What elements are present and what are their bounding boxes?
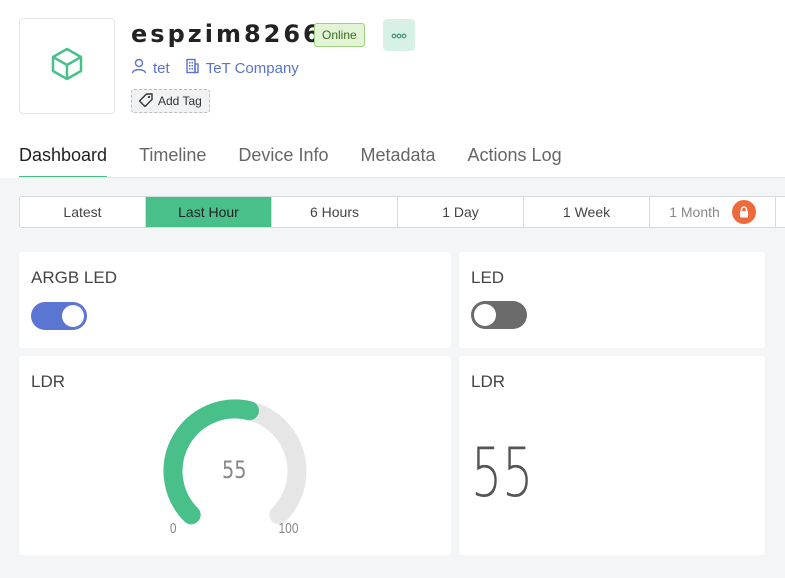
company-link[interactable]: TeT Company [184,58,299,78]
owner-link[interactable]: tet [131,58,170,78]
device-tile [19,18,115,114]
cube-icon [49,46,85,87]
argb-led-switch[interactable] [31,302,87,330]
device-header: espzim8266 Online tet TeT Company Add Ta… [0,0,785,178]
status-badge: Online [314,23,365,47]
tab-bar: Dashboard Timeline Device Info Metadata … [19,140,594,178]
range-last-hour[interactable]: Last Hour [146,197,272,227]
ldr-value-display: 55 [471,434,534,513]
tab-actions-log[interactable]: Actions Log [468,140,562,178]
tab-device-info[interactable]: Device Info [238,140,328,178]
ldr-value-title: LDR [471,372,506,391]
led-widget: LED [459,252,765,348]
range-1-month[interactable]: 1 Month [650,197,776,227]
time-range-selector: Latest Last Hour 6 Hours 1 Day 1 Week 1 … [19,196,785,228]
gauge-max-label: 100 [278,520,299,537]
tag-icon [138,92,158,110]
range-1-day[interactable]: 1 Day [398,197,524,227]
building-icon [184,58,206,78]
range-latest[interactable]: Latest [20,197,146,227]
tab-metadata[interactable]: Metadata [360,140,435,178]
switch-knob [62,305,84,327]
range-6-hours[interactable]: 6 Hours [272,197,398,227]
led-title: LED [471,268,505,287]
more-button[interactable] [383,19,415,51]
more-icon [391,26,407,44]
company-name: TeT Company [205,59,299,77]
lock-icon [731,200,756,224]
switch-knob [474,304,496,326]
tab-dashboard[interactable]: Dashboard [19,140,108,178]
owner-name: tet [153,59,170,77]
gauge-value: 55 [222,456,247,484]
ldr-gauge-widget: LDR 55 0 100 [19,356,451,555]
argb-led-title: ARGB LED [31,268,117,287]
device-meta: tet TeT Company [131,58,313,78]
user-icon [131,58,153,78]
ldr-value-widget: LDR 55 [459,356,765,555]
add-tag-label: Add Tag [158,94,202,108]
argb-led-widget: ARGB LED [19,252,451,348]
gauge-min-label: 0 [169,520,177,537]
led-switch[interactable] [471,301,527,329]
range-1-month-label: 1 Month [669,204,720,220]
add-tag-button[interactable]: Add Tag [131,89,210,113]
range-1-week[interactable]: 1 Week [524,197,650,227]
tab-timeline[interactable]: Timeline [139,140,206,178]
tabs-divider [19,177,785,178]
device-name: espzim8266 [131,20,323,48]
